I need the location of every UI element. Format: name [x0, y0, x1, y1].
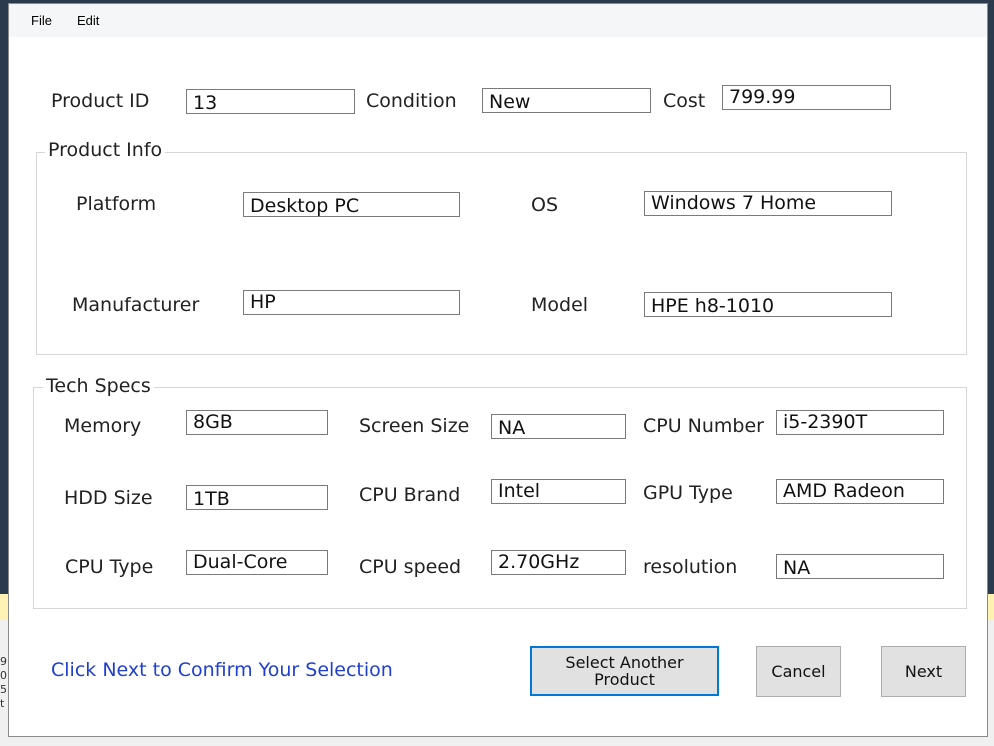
cpu-type-field[interactable]: Dual-Core — [186, 550, 328, 575]
cpu-number-field[interactable]: i5-2390T — [776, 410, 944, 435]
platform-field[interactable]: Desktop PC — [243, 192, 460, 217]
select-another-product-button[interactable]: Select Another Product — [530, 646, 719, 696]
hdd-size-label: HDD Size — [64, 487, 153, 509]
cost-label: Cost — [663, 90, 706, 112]
manufacturer-field[interactable]: HP — [243, 290, 460, 315]
background-peek-text: 9 0 5 t — [0, 655, 7, 710]
confirm-instruction-text: Click Next to Confirm Your Selection — [51, 659, 393, 681]
screen-size-label: Screen Size — [359, 415, 470, 437]
tech-specs-title: Tech Specs — [43, 375, 154, 397]
product-id-label: Product ID — [51, 90, 150, 112]
memory-field[interactable]: 8GB — [186, 410, 328, 435]
cpu-speed-label: CPU speed — [359, 556, 462, 578]
cpu-brand-label: CPU Brand — [359, 484, 461, 506]
cpu-number-label: CPU Number — [643, 415, 764, 437]
screen-size-field[interactable]: NA — [491, 414, 626, 439]
product-info-group — [36, 152, 967, 355]
cpu-type-label: CPU Type — [65, 556, 154, 578]
menu-edit[interactable]: Edit — [77, 13, 99, 28]
model-field[interactable]: HPE h8-1010 — [644, 292, 892, 317]
menu-file[interactable]: File — [31, 13, 52, 28]
next-button[interactable]: Next — [881, 646, 966, 697]
memory-label: Memory — [64, 415, 142, 437]
manufacturer-label: Manufacturer — [72, 294, 200, 316]
condition-label: Condition — [366, 90, 457, 112]
menu-bar: File Edit — [9, 4, 987, 37]
cpu-brand-field[interactable]: Intel — [491, 479, 626, 504]
os-label: OS — [531, 194, 559, 216]
model-label: Model — [531, 294, 589, 316]
cost-field[interactable]: 799.99 — [722, 85, 891, 110]
gpu-type-field[interactable]: AMD Radeon — [776, 479, 944, 504]
product-info-title: Product Info — [45, 139, 166, 161]
hdd-size-field[interactable]: 1TB — [186, 485, 328, 510]
platform-label: Platform — [76, 193, 157, 215]
resolution-label: resolution — [643, 556, 738, 578]
resolution-field[interactable]: NA — [776, 554, 944, 579]
gpu-type-label: GPU Type — [643, 482, 733, 504]
cancel-button[interactable]: Cancel — [756, 646, 841, 697]
product-confirm-window: File Edit Product ID 13 Condition New Co… — [8, 3, 988, 737]
os-field[interactable]: Windows 7 Home — [644, 191, 892, 216]
condition-field[interactable]: New — [482, 88, 651, 113]
cpu-speed-field[interactable]: 2.70GHz — [491, 550, 626, 575]
product-id-field[interactable]: 13 — [186, 89, 355, 114]
